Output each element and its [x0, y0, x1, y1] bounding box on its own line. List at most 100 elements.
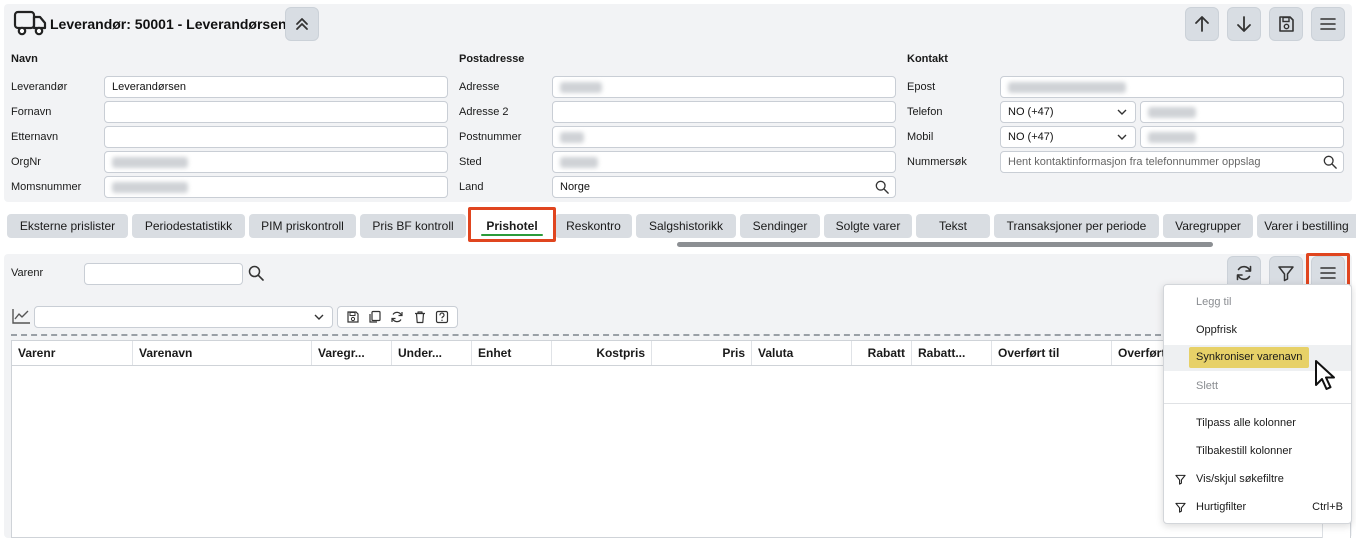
data-grid: Varenr Varenavn Varegr... Under... Enhet… — [11, 340, 1351, 538]
sted-input[interactable] — [552, 151, 896, 173]
refresh-icon — [1236, 265, 1252, 281]
tabs-scrollbar[interactable] — [677, 242, 1213, 247]
redacted-value — [560, 131, 584, 143]
truck-icon — [13, 10, 47, 36]
tab-varer-i-bestilling[interactable]: Varer i bestilling — [1257, 214, 1356, 238]
column-header-pris[interactable]: Pris — [652, 341, 752, 365]
section-heading-kontakt: Kontakt — [907, 53, 948, 65]
section-heading-postadresse: Postadresse — [459, 53, 525, 65]
tabs-bar: Eksterne prislister Periodestatistikk PI… — [0, 212, 1356, 240]
mobil-country-value: NO (+47) — [1008, 131, 1054, 143]
chevrons-up-icon — [296, 18, 308, 30]
adresse-input[interactable] — [552, 76, 896, 98]
nummersok-input[interactable]: Hent kontaktinformasjon fra telefonnumme… — [1000, 151, 1344, 173]
chevron-down-icon — [1117, 134, 1127, 140]
header-menu-button[interactable] — [1311, 7, 1345, 41]
tab-varegrupper[interactable]: Varegrupper — [1163, 214, 1253, 238]
drop-zone-divider — [11, 334, 1161, 336]
grid-view-select[interactable] — [34, 306, 333, 328]
land-label: Land — [459, 181, 484, 193]
mobil-country-select[interactable]: NO (+47) — [1000, 126, 1136, 148]
column-header-enhet[interactable]: Enhet — [472, 341, 552, 365]
mouse-pointer-icon — [1315, 360, 1335, 390]
tab-reskontro[interactable]: Reskontro — [555, 214, 632, 238]
line-chart-icon[interactable] — [11, 307, 31, 325]
column-header-overfort-til[interactable]: Overført til — [992, 341, 1112, 365]
momsnummer-input[interactable] — [104, 176, 448, 198]
view-toolbar — [337, 306, 458, 328]
fornavn-label: Fornavn — [11, 106, 52, 118]
sted-label: Sted — [459, 156, 482, 168]
tab-eksterne-prislister[interactable]: Eksterne prislister — [7, 214, 128, 238]
column-header-varenavn[interactable]: Varenavn — [133, 341, 312, 365]
fornavn-input[interactable] — [104, 101, 448, 123]
telefon-input[interactable] — [1140, 101, 1344, 123]
epost-input[interactable] — [1000, 76, 1344, 98]
previous-record-button[interactable] — [1185, 7, 1219, 41]
search-icon[interactable] — [248, 265, 264, 281]
column-header-varenr[interactable]: Varenr — [12, 341, 133, 365]
land-value: Norge — [560, 181, 590, 193]
tab-periodestatistikk[interactable]: Periodestatistikk — [132, 214, 245, 238]
mobil-input[interactable] — [1140, 126, 1344, 148]
search-icon[interactable] — [875, 180, 889, 194]
menu-item-oppfrisk[interactable]: Oppfrisk — [1164, 317, 1351, 343]
tab-tekst[interactable]: Tekst — [916, 214, 990, 238]
copy-view-icon[interactable] — [368, 310, 382, 324]
collapse-header-button[interactable] — [285, 7, 319, 41]
column-header-varegruppe[interactable]: Varegr... — [312, 341, 392, 365]
menu-item-hurtigfilter[interactable]: Hurtigfilter Ctrl+B — [1164, 494, 1351, 520]
redacted-value — [112, 181, 188, 193]
postnummer-input[interactable] — [552, 126, 896, 148]
column-header-valuta[interactable]: Valuta — [752, 341, 852, 365]
nummersok-label: Nummersøk — [907, 156, 967, 168]
adresse2-label: Adresse 2 — [459, 106, 509, 118]
telefon-country-value: NO (+47) — [1008, 106, 1054, 118]
search-icon[interactable] — [1323, 155, 1337, 169]
epost-label: Epost — [907, 81, 936, 93]
help-icon[interactable] — [435, 310, 449, 324]
column-header-undergruppe[interactable]: Under... — [392, 341, 472, 365]
redacted-value — [560, 81, 602, 93]
orgnr-input[interactable] — [104, 151, 448, 173]
hamburger-menu-icon — [1320, 18, 1336, 30]
varenr-filter-input[interactable] — [84, 263, 243, 285]
orgnr-label: OrgNr — [11, 156, 41, 168]
etternavn-input[interactable] — [104, 126, 448, 148]
nummersok-placeholder: Hent kontaktinformasjon fra telefonnumme… — [1008, 156, 1261, 168]
trash-icon[interactable] — [413, 310, 427, 324]
column-header-kostpris[interactable]: Kostpris — [552, 341, 652, 365]
refresh-view-icon[interactable] — [390, 310, 404, 324]
filter-icon — [1175, 502, 1186, 513]
telefon-label: Telefon — [907, 106, 943, 118]
telefon-country-select[interactable]: NO (+47) — [1000, 101, 1136, 123]
menu-item-tilpass-alle-kolonner[interactable]: Tilpass alle kolonner — [1164, 410, 1351, 436]
arrow-down-icon — [1237, 16, 1251, 32]
shortcut-label: Ctrl+B — [1312, 501, 1343, 513]
context-menu: Legg til Oppfrisk Synkroniser varenavn S… — [1163, 284, 1352, 524]
tab-solgte-varer[interactable]: Solgte varer — [824, 214, 912, 238]
adresse2-input[interactable] — [552, 101, 896, 123]
mobil-label: Mobil — [907, 131, 934, 143]
menu-item-legg-til[interactable]: Legg til — [1164, 289, 1351, 315]
save-button[interactable] — [1269, 7, 1303, 41]
land-input[interactable]: Norge — [552, 176, 896, 198]
menu-separator — [1164, 403, 1351, 404]
tab-sendinger[interactable]: Sendinger — [740, 214, 820, 238]
tab-salgshistorikk[interactable]: Salgshistorikk — [636, 214, 736, 238]
menu-item-vis-skjul-sokefiltre[interactable]: Vis/skjul søkefiltre — [1164, 466, 1351, 492]
leverandor-input[interactable]: Leverandørsen — [104, 76, 448, 98]
save-view-icon[interactable] — [346, 310, 360, 324]
column-header-rabatt-2[interactable]: Rabatt... — [912, 341, 992, 365]
next-record-button[interactable] — [1227, 7, 1261, 41]
tab-pim-priskontroll[interactable]: PIM priskontroll — [249, 214, 356, 238]
filter-icon — [1278, 266, 1294, 282]
tab-transaksjoner-per-periode[interactable]: Transaksjoner per periode — [994, 214, 1159, 238]
tab-pris-bf-kontroll[interactable]: Pris BF kontroll — [360, 214, 466, 238]
tab-prishotel[interactable]: Prishotel — [473, 214, 551, 238]
menu-item-tilbakestill-kolonner[interactable]: Tilbakestill kolonner — [1164, 438, 1351, 464]
hamburger-menu-icon — [1320, 267, 1336, 279]
column-header-rabatt[interactable]: Rabatt — [852, 341, 912, 365]
momsnummer-label: Momsnummer — [11, 181, 82, 193]
adresse-label: Adresse — [459, 81, 500, 93]
